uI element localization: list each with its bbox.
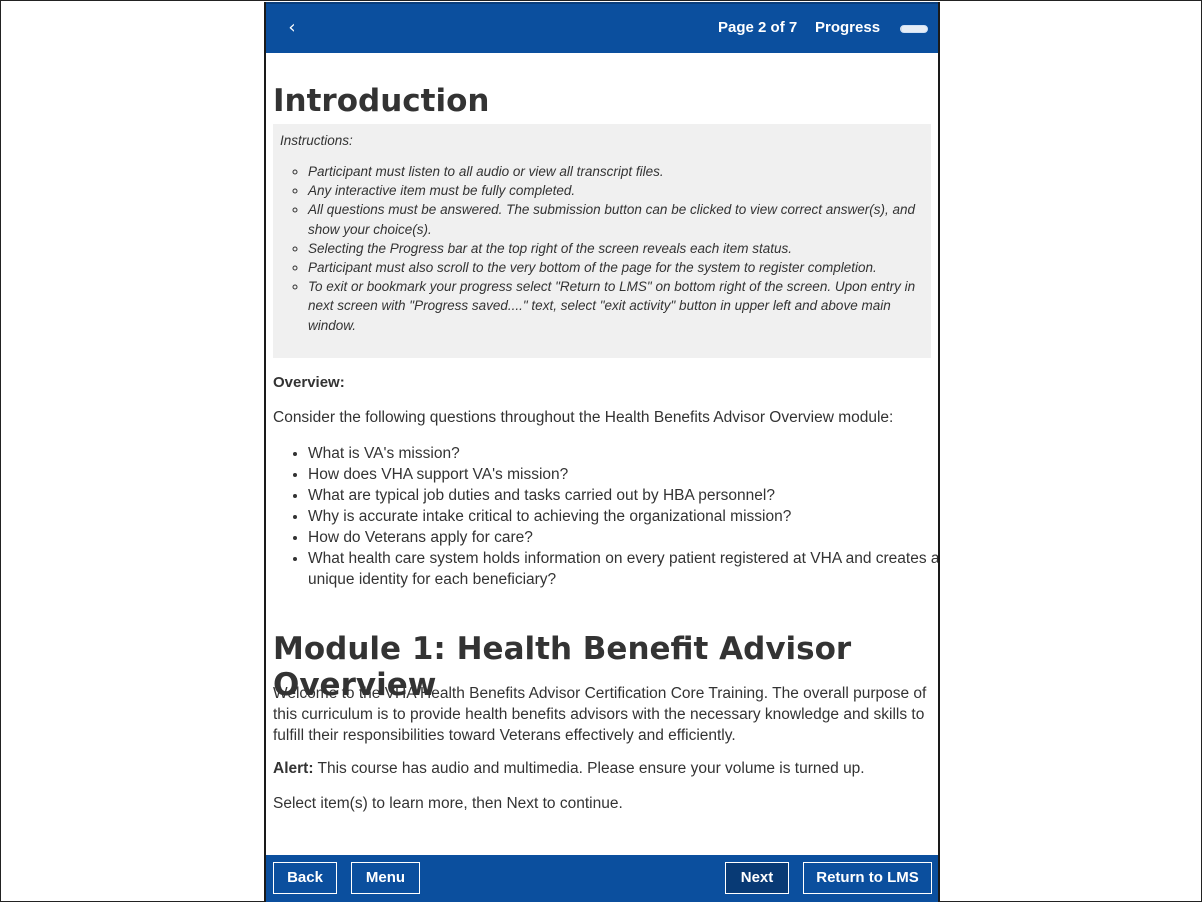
list-item: Any interactive item must be fully compl… [308, 181, 923, 200]
list-item: What health care system holds informatio… [308, 548, 938, 590]
list-item: What are typical job duties and tasks ca… [308, 485, 938, 506]
list-item: All questions must be answered. The subm… [308, 200, 923, 238]
overview-intro: Consider the following questions through… [273, 409, 894, 426]
page-indicator: Page 2 of 7 [718, 19, 798, 36]
overview-heading: Overview: [273, 374, 345, 391]
return-to-lms-button[interactable]: Return to LMS [803, 862, 932, 894]
course-player: ‹ Page 2 of 7 Progress Introduction Inst… [264, 2, 940, 902]
instructions-list: Participant must listen to all audio or … [280, 162, 923, 335]
back-button[interactable]: Back [273, 862, 337, 894]
progress-button[interactable]: Progress [815, 19, 880, 36]
page-content: Introduction Instructions: Participant m… [273, 53, 938, 853]
welcome-text: Welcome to the VHA Health Benefits Advis… [273, 685, 927, 744]
alert-message: This course has audio and multimedia. Pl… [313, 760, 865, 777]
progress-bar-fill [901, 26, 903, 32]
progress-bar[interactable] [900, 25, 928, 33]
instructions-title: Instructions: [280, 133, 353, 148]
list-item: Why is accurate intake critical to achie… [308, 506, 938, 527]
list-item: To exit or bookmark your progress select… [308, 277, 923, 335]
instruction-note: Select item(s) to learn more, then Next … [273, 795, 623, 812]
list-item: Selecting the Progress bar at the top ri… [308, 239, 923, 258]
next-button[interactable]: Next [725, 862, 789, 894]
instructions-box: Instructions: Participant must listen to… [273, 124, 931, 358]
top-bar: ‹ Page 2 of 7 Progress [266, 2, 938, 53]
bottom-bar: Back Menu Next Return to LMS [266, 855, 938, 902]
alert-text: Alert: This course has audio and multime… [273, 760, 865, 778]
chevron-left-icon[interactable]: ‹ [282, 16, 302, 40]
question-list: What is VA's mission? How does VHA suppo… [273, 443, 938, 590]
list-item: What is VA's mission? [308, 443, 938, 464]
page-title: Introduction [273, 83, 490, 119]
list-item: Participant must also scroll to the very… [308, 258, 923, 277]
menu-button[interactable]: Menu [351, 862, 420, 894]
list-item: How do Veterans apply for care? [308, 527, 938, 548]
list-item: How does VHA support VA's mission? [308, 464, 938, 485]
list-item: Participant must listen to all audio or … [308, 162, 923, 181]
alert-label: Alert: [273, 760, 314, 777]
